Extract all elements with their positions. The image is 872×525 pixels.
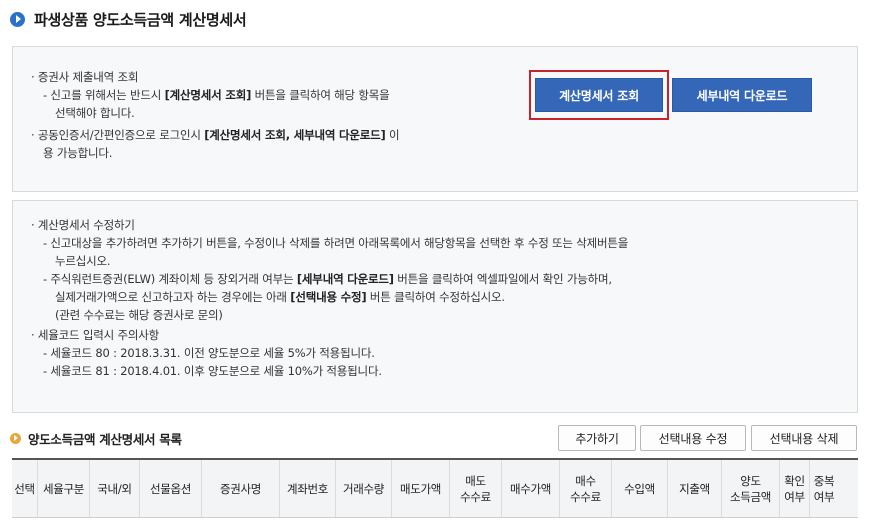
info-line: 용 가능합니다. (43, 146, 113, 160)
column-header: 매수가액 (502, 460, 560, 517)
column-header: 국내/외 (90, 460, 140, 517)
column-header: 양도 소득금액 (722, 460, 780, 517)
column-header: 수입액 (612, 460, 668, 517)
view-statement-button[interactable]: 계산명세서 조회 (535, 78, 663, 112)
column-header: 확인 여부 (780, 460, 810, 517)
arrow-circle-icon (10, 11, 25, 27)
list-title-text: 양도소득금액 계산명세서 목록 (28, 431, 182, 447)
info-heading: · 계산명세서 수정하기 (31, 218, 135, 232)
info-box-edit: · 계산명세서 수정하기 - 신고대상을 추가하려면 추가하기 버튼을, 수정이… (12, 200, 858, 413)
column-header: 매도가액 (392, 460, 450, 517)
edit-selected-button[interactable]: 선택내용 수정 (640, 425, 746, 451)
column-header: 지출액 (668, 460, 722, 517)
add-button[interactable]: 추가하기 (558, 425, 636, 451)
info-line: - 세율코드 81 : 2018.4.01. 이후 양도분으로 세율 10%가 … (43, 364, 382, 378)
info-heading: · 증권사 제출내역 조회 (31, 70, 139, 84)
info-line: - 신고대상을 추가하려면 추가하기 버튼을, 수정이나 삭제를 하려면 아래목… (43, 236, 629, 250)
column-header: 선택 (12, 460, 38, 517)
column-header: 매도 수수료 (450, 460, 502, 517)
column-header: 거래수량 (336, 460, 392, 517)
column-header: 선물옵션 (140, 460, 202, 517)
info-box-submission: · 증권사 제출내역 조회 - 신고를 위해서는 반드시 [계산명세서 조회] … (12, 46, 858, 192)
info-line: · 공동인증서/간편인증으로 로그인시 [계산명세서 조회, 세부내역 다운로드… (31, 128, 400, 142)
info-line: - 세율코드 80 : 2018.3.31. 이전 양도분으로 세율 5%가 적… (43, 346, 375, 360)
column-header: 매수 수수료 (560, 460, 612, 517)
info-line: (관련 수수료는 해당 증권사로 문의) (55, 308, 223, 322)
info-heading: · 세율코드 입력시 주의사항 (31, 328, 160, 342)
info-line: - 신고를 위해서는 반드시 [계산명세서 조회] 버튼을 클릭하여 해당 항목… (43, 88, 390, 102)
column-header: 세율구분 (38, 460, 90, 517)
info-line: 선택해야 합니다. (55, 106, 135, 120)
arrow-circle-icon (10, 432, 21, 444)
delete-selected-button[interactable]: 선택내용 삭제 (751, 425, 857, 451)
list-section-title: 양도소득금액 계산명세서 목록 (10, 428, 182, 448)
column-header: 중복 여부 (813, 473, 835, 504)
info-line: 실제거래가액으로 신고하고자 하는 경우에는 아래 [선택내용 수정] 버튼 클… (55, 290, 505, 304)
table-header: 선택 세율구분 국내/외 선물옵션 증권사명 계좌번호 거래수량 매도가액 매도… (12, 458, 858, 518)
page-title-text: 파생상품 양도소득금액 계산명세서 (34, 10, 247, 29)
page-title: 파생상품 양도소득금액 계산명세서 (10, 8, 247, 30)
column-header: 증권사명 (202, 460, 280, 517)
info-line: - 주식워런트증권(ELW) 계좌이체 등 장외거래 여부는 [세부내역 다운로… (43, 272, 612, 286)
info-line: 누르십시오. (55, 254, 111, 268)
column-header: 계좌번호 (280, 460, 336, 517)
download-details-button[interactable]: 세부내역 다운로드 (672, 78, 812, 112)
